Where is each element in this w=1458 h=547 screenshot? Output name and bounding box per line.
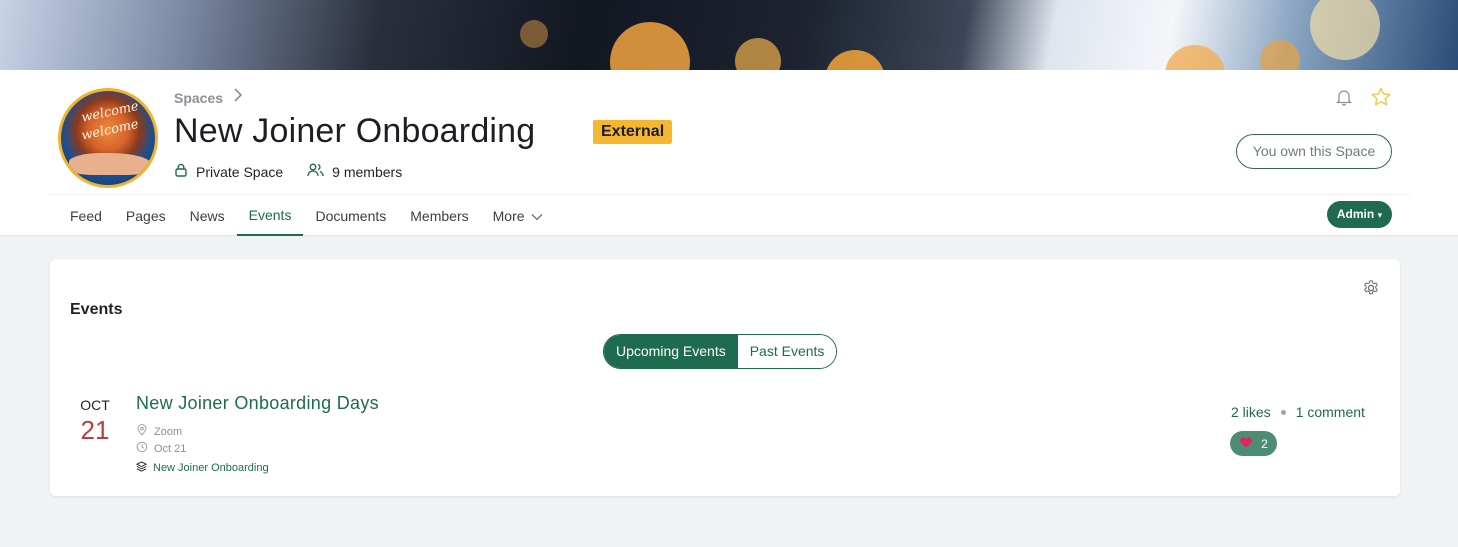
reaction-count: 2: [1261, 436, 1268, 451]
bell-icon[interactable]: [1335, 88, 1353, 111]
tab-more-label: More: [492, 208, 525, 224]
tab-members[interactable]: Members: [398, 196, 480, 236]
space-tabs: Feed Pages News Events Documents Members…: [58, 196, 555, 236]
banner-bokeh: [1310, 0, 1380, 60]
members-icon: [307, 163, 324, 180]
event-location: Zoom: [136, 424, 182, 439]
event-space: New Joiner Onboarding: [135, 461, 269, 475]
header-actions: [1335, 86, 1392, 113]
stats-separator: [1280, 409, 1286, 415]
layers-icon: [135, 461, 148, 475]
breadcrumb: Spaces: [174, 88, 243, 107]
banner-bokeh: [825, 50, 885, 70]
clock-icon: [136, 441, 148, 456]
privacy-label: Private Space: [196, 163, 284, 180]
location-pin-icon: [136, 424, 148, 439]
space-header: welcome welcome Spaces New Joiner Onboar…: [0, 70, 1458, 236]
event-space-link[interactable]: New Joiner Onboarding: [153, 462, 269, 474]
likes-count[interactable]: 2 likes: [1231, 404, 1271, 420]
tab-more[interactable]: More: [481, 196, 555, 236]
chevron-down-icon: [531, 196, 543, 236]
events-filter-toggle: Upcoming Events Past Events: [603, 334, 838, 369]
event-stats: 2 likes 1 comment: [1231, 404, 1365, 420]
tab-news[interactable]: News: [178, 196, 237, 236]
ownership-button[interactable]: You own this Space: [1236, 134, 1392, 169]
members-count[interactable]: 9 members: [307, 163, 402, 180]
events-card: Events Upcoming Events Past Events OCT 2…: [50, 259, 1400, 496]
space-banner: [0, 0, 1458, 70]
event-day: 21: [80, 415, 110, 445]
page-title: New Joiner Onboarding: [174, 112, 536, 150]
banner-bokeh: [520, 20, 548, 48]
chevron-right-icon: [233, 88, 243, 107]
event-time: Oct 21: [136, 441, 186, 456]
event-location-label: Zoom: [154, 425, 183, 438]
tab-pages[interactable]: Pages: [114, 196, 178, 236]
avatar-hand: [69, 153, 151, 175]
privacy-status: Private Space: [174, 163, 283, 180]
banner-bokeh: [1165, 45, 1225, 70]
comments-count[interactable]: 1 comment: [1296, 404, 1365, 420]
tab-events[interactable]: Events: [236, 196, 304, 236]
reaction-pill[interactable]: 2: [1230, 431, 1277, 456]
events-title: Events: [70, 301, 123, 318]
event-date: OCT 21: [72, 397, 118, 446]
event-title-link[interactable]: New Joiner Onboarding Days: [136, 393, 379, 414]
banner-bokeh: [610, 22, 690, 70]
space-meta: Private Space 9 members: [174, 163, 426, 180]
external-badge: External: [593, 120, 673, 144]
admin-dropdown-button[interactable]: Admin ▾: [1327, 201, 1392, 228]
tab-feed[interactable]: Feed: [58, 196, 114, 236]
caret-down-icon: ▾: [1377, 210, 1383, 220]
event-date-label: Oct 21: [154, 442, 187, 455]
lock-icon: [174, 163, 188, 180]
banner-bokeh: [1260, 40, 1300, 70]
space-avatar: welcome welcome: [58, 88, 158, 188]
breadcrumb-spaces[interactable]: Spaces: [174, 90, 223, 106]
upcoming-events-button[interactable]: Upcoming Events: [604, 335, 738, 368]
tab-documents[interactable]: Documents: [303, 196, 398, 236]
star-icon[interactable]: [1370, 86, 1392, 113]
past-events-button[interactable]: Past Events: [737, 335, 837, 368]
event-month: OCT: [80, 397, 110, 413]
gear-icon[interactable]: [1362, 279, 1380, 302]
heart-icon: [1239, 436, 1253, 451]
banner-bokeh: [735, 38, 781, 70]
members-label: 9 members: [332, 163, 403, 180]
admin-label: Admin: [1336, 207, 1375, 221]
